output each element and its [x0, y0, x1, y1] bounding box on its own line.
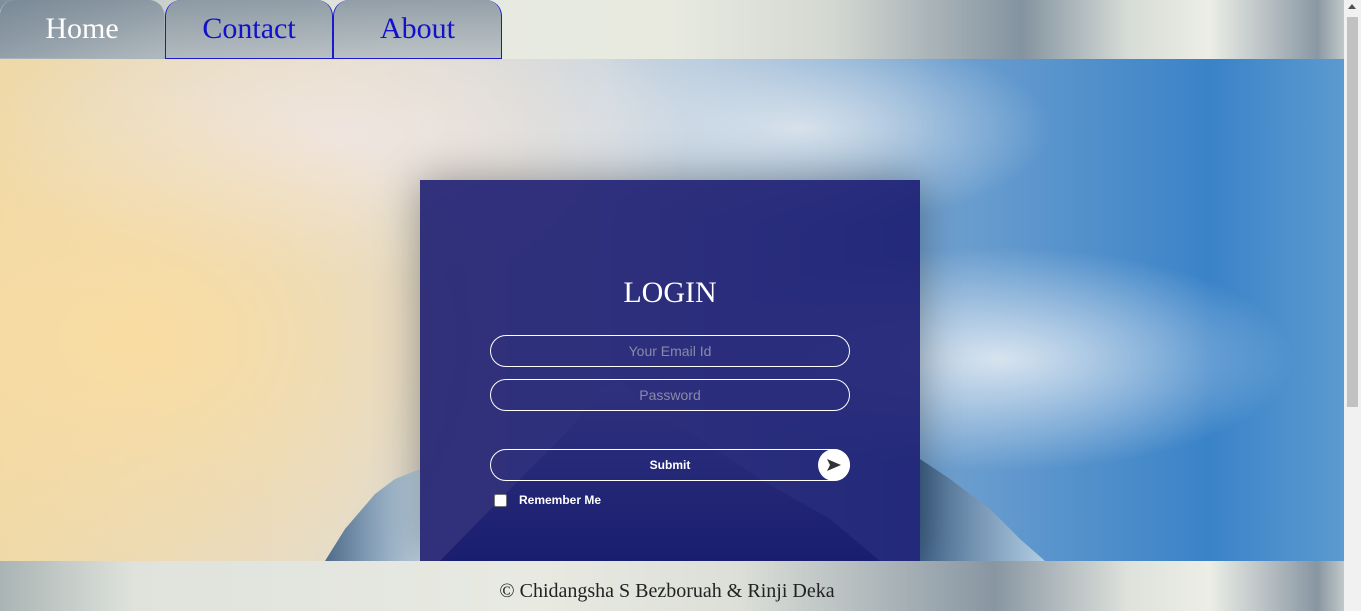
scrollbar-thumb[interactable]	[1347, 17, 1358, 407]
email-input[interactable]	[490, 335, 850, 367]
login-panel: LOGIN Submit Remember Me	[420, 180, 920, 561]
footer: © Chidangsha S Bezboruah & Rinji Deka	[0, 561, 1344, 611]
tab-contact-label: Contact	[202, 12, 296, 45]
footer-copyright: © Chidangsha S Bezboruah & Rinji Deka	[499, 580, 835, 602]
tab-home-label: Home	[45, 12, 119, 45]
submit-button[interactable]: Submit	[490, 449, 850, 481]
tab-about[interactable]: About	[333, 0, 502, 59]
remember-me: Remember Me	[494, 493, 601, 507]
remember-me-checkbox[interactable]	[494, 493, 507, 507]
tab-about-label: About	[380, 12, 455, 45]
scroll-up-arrow-icon[interactable]	[1348, 4, 1356, 9]
top-nav-bar: Home Contact About	[0, 0, 1344, 59]
tab-contact[interactable]: Contact	[165, 0, 333, 59]
remember-me-label: Remember Me	[519, 493, 602, 507]
tab-home[interactable]: Home	[0, 0, 165, 59]
password-input[interactable]	[490, 379, 850, 411]
submit-label: Submit	[649, 458, 691, 472]
login-title: LOGIN	[623, 276, 717, 309]
send-arrow-icon[interactable]	[818, 449, 850, 481]
vertical-scrollbar[interactable]	[1344, 0, 1361, 611]
